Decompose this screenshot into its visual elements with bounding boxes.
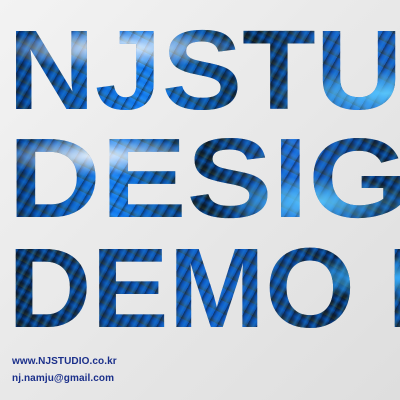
email-link[interactable]: nj.namju@gmail.com bbox=[12, 373, 114, 384]
website-link[interactable]: www.NJSTUDIO.co.kr bbox=[12, 356, 117, 367]
headline-line-studio-name: NJSTUDIO bbox=[8, 14, 400, 128]
headline-line-design: DESIGN bbox=[8, 122, 400, 236]
demo-reel-poster: NJSTUDIO DESIGN DEMO REEL www.NJSTUDIO.c… bbox=[0, 0, 400, 400]
headline-line-demo-reel: DEMO REEL bbox=[8, 232, 400, 346]
